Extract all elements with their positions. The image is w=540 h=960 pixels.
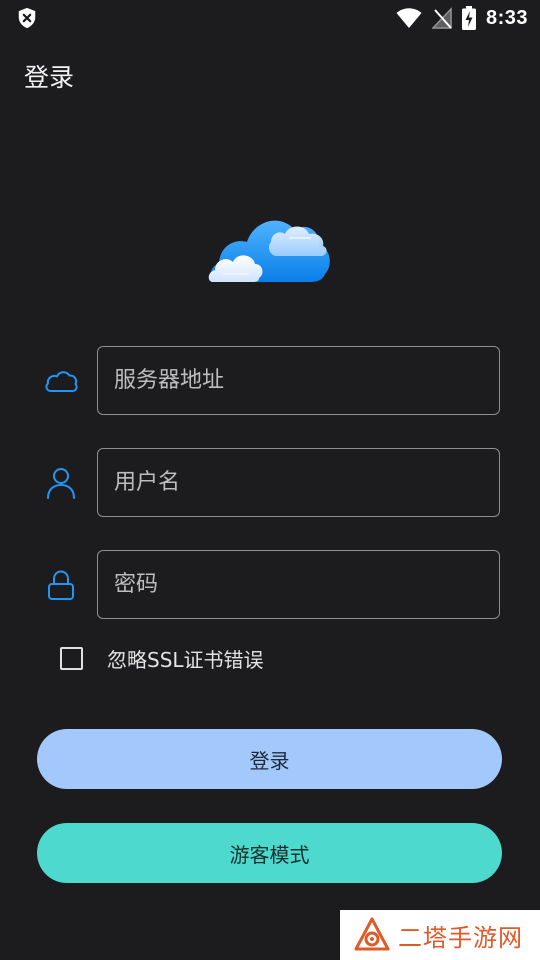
password-input[interactable] [98, 551, 499, 618]
watermark: 二塔手游网 [340, 910, 540, 960]
password-field[interactable] [97, 550, 500, 619]
password-field-row [0, 549, 540, 621]
login-button[interactable]: 登录 [37, 729, 502, 789]
status-right: 8:33 [396, 6, 528, 30]
wifi-icon [396, 8, 422, 29]
guest-mode-button[interactable]: 游客模式 [37, 823, 502, 883]
status-bar: 8:33 [0, 0, 540, 36]
lock-icon [48, 570, 74, 600]
battery-charging-icon [461, 6, 476, 30]
username-field-row [0, 447, 540, 519]
watermark-logo-icon [354, 917, 390, 951]
username-input[interactable] [98, 449, 499, 516]
shield-x-icon [18, 7, 36, 29]
username-field[interactable] [97, 448, 500, 517]
server-input[interactable] [98, 347, 499, 414]
cloud-outline-icon [45, 371, 78, 392]
watermark-text: 二塔手游网 [398, 923, 523, 952]
user-icon [47, 468, 75, 499]
page-title: 登录 [24, 63, 75, 92]
no-signal-icon [431, 7, 452, 29]
status-time: 8:33 [485, 6, 528, 29]
ignore-ssl-row[interactable]: 忽略SSL证书错误 [60, 643, 264, 673]
ignore-ssl-checkbox[interactable] [60, 646, 83, 670]
server-field[interactable] [97, 346, 500, 415]
cloud-logo-icon [208, 220, 330, 282]
ignore-ssl-label: 忽略SSL证书错误 [107, 647, 264, 672]
server-field-row [0, 345, 540, 417]
